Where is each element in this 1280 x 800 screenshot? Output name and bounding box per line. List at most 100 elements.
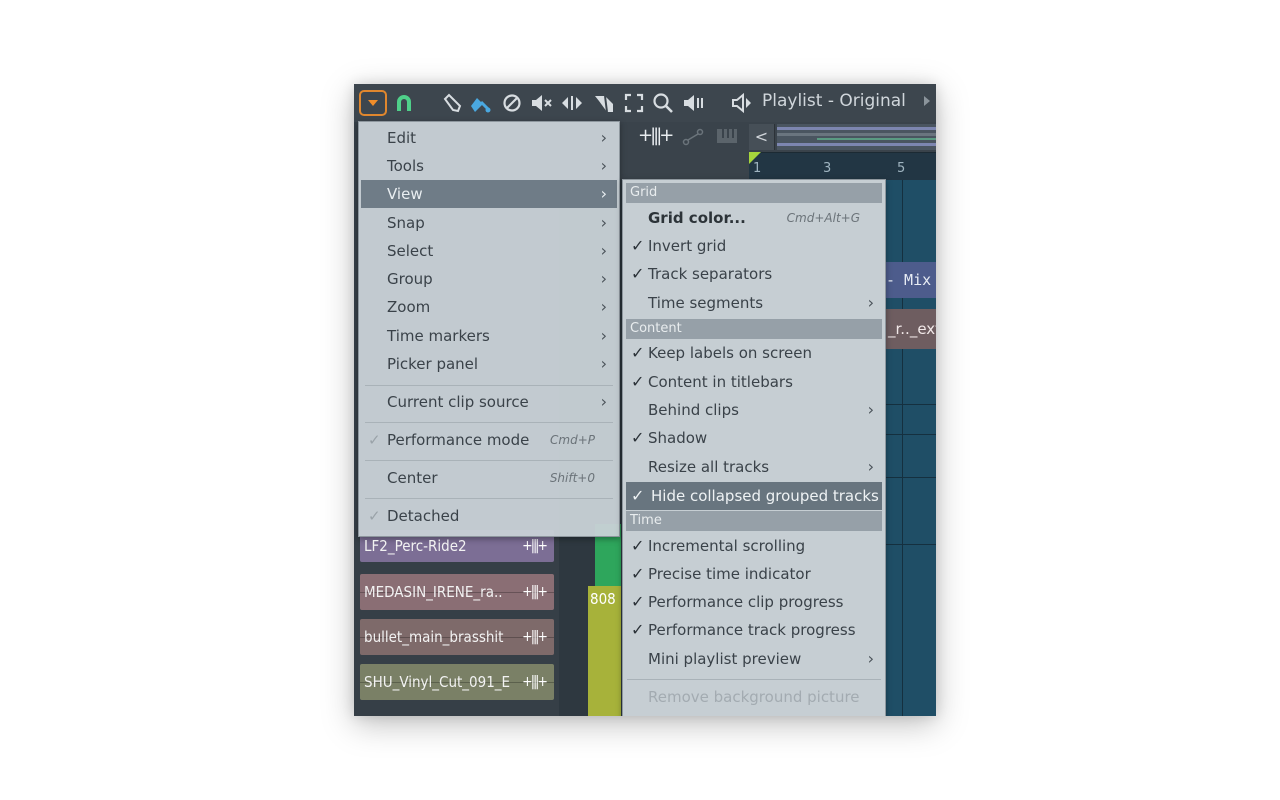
menu-item-keep-labels-on-screen[interactable]: ✓ Keep labels on screen xyxy=(626,339,882,367)
timeline-ruler[interactable]: 1 3 5 xyxy=(749,152,936,180)
chevron-right-icon: › xyxy=(867,293,874,312)
check-icon: ✓ xyxy=(631,372,645,391)
shortcut-label: Shift+0 xyxy=(549,471,595,485)
section-header-content: Content xyxy=(626,319,882,339)
section-header-time: Time xyxy=(626,511,882,531)
menu-item-remove-background-picture: Remove background picture xyxy=(648,688,860,706)
menu-item-content-in-titlebars[interactable]: ✓ Content in titlebars xyxy=(626,368,882,396)
menu-item-view[interactable]: View › xyxy=(361,180,617,208)
menu-separator xyxy=(365,422,613,423)
chevron-right-icon: › xyxy=(867,400,874,419)
automation-clip-icon[interactable] xyxy=(682,128,704,146)
menu-item-time-segments[interactable]: Time segments › xyxy=(626,289,882,317)
chevron-right-icon: › xyxy=(600,269,607,288)
section-header-grid: Grid xyxy=(626,183,882,203)
pattern-clip-icon[interactable] xyxy=(716,128,738,144)
song-position-marker[interactable] xyxy=(749,152,761,164)
check-icon: ✓ xyxy=(368,431,381,449)
chevron-right-icon: › xyxy=(600,241,607,260)
menu-item-hide-collapsed-grouped-tracks[interactable]: ✓ Hide collapsed grouped tracks xyxy=(626,482,882,510)
menu-item-detached[interactable]: ✓ Detached xyxy=(361,502,617,530)
menu-item-select[interactable]: Select › xyxy=(361,237,617,265)
slip-icon[interactable] xyxy=(560,91,584,115)
zoom-icon[interactable] xyxy=(651,91,675,115)
chevron-right-icon: › xyxy=(600,213,607,232)
pencil-icon[interactable] xyxy=(440,91,464,115)
check-icon: ✓ xyxy=(631,620,645,639)
menu-item-zoom[interactable]: Zoom › xyxy=(361,293,617,321)
picker-clip[interactable]: SHU_Vinyl_Cut_091_E +|||+ xyxy=(360,664,554,700)
check-icon: ✓ xyxy=(631,343,645,362)
check-icon: ✓ xyxy=(631,536,645,555)
chevron-right-icon: › xyxy=(600,326,607,345)
ruler-bar-number: 5 xyxy=(897,161,906,176)
select-icon[interactable] xyxy=(622,91,646,115)
title-expand-arrow-icon[interactable] xyxy=(924,96,930,106)
picker-clip[interactable]: bullet_main_brasshit +|||+ xyxy=(360,619,554,655)
grid-line xyxy=(902,180,903,716)
audio-waveform-icon: +|||+ xyxy=(522,674,548,690)
picker-clip[interactable]: MEDASIN_IRENE_ra.. +|||+ xyxy=(360,574,554,610)
menu-item-snap[interactable]: Snap › xyxy=(361,209,617,237)
menu-item-current-clip-source[interactable]: Current clip source › xyxy=(361,388,617,416)
menu-item-performance-track-progress[interactable]: ✓ Performance track progress xyxy=(626,616,882,644)
menu-separator xyxy=(627,679,881,680)
chevron-right-icon: › xyxy=(600,184,607,203)
menu-separator xyxy=(365,460,613,461)
menu-item-shadow[interactable]: ✓ Shadow xyxy=(626,424,882,452)
delete-circle-icon[interactable] xyxy=(500,91,524,115)
menu-item-performance-clip-progress[interactable]: ✓ Performance clip progress xyxy=(626,588,882,616)
playlist-clip[interactable]: _r.._ext xyxy=(884,309,936,349)
playlist-options-menu: Edit › Tools › View › Snap › Select › Group › … xyxy=(358,121,620,537)
playlist-overview[interactable] xyxy=(777,124,936,150)
playlist-clip[interactable]: 808 xyxy=(588,586,621,716)
audio-waveform-icon: +|||+ xyxy=(522,584,548,600)
magnet-snap-icon[interactable] xyxy=(392,91,416,115)
menu-item-time-markers[interactable]: Time markers › xyxy=(361,322,617,350)
menu-separator xyxy=(365,385,613,386)
chevron-right-icon: › xyxy=(600,128,607,147)
scroll-left-button[interactable]: < xyxy=(749,124,775,150)
menu-item-performance-mode[interactable]: ✓ Performance mode Cmd+P xyxy=(361,426,617,454)
menu-item-track-separators[interactable]: ✓ Track separators xyxy=(626,260,882,288)
menu-item-picker-panel[interactable]: Picker panel › xyxy=(361,350,617,378)
check-icon: ✓ xyxy=(631,428,645,447)
audio-clip-icon[interactable]: +|||+ xyxy=(638,125,674,146)
menu-item-mini-playlist-preview[interactable]: Mini playlist preview › xyxy=(626,645,882,673)
playlist-toolbar: Playlist - Original xyxy=(354,84,936,122)
audio-waveform-icon: +|||+ xyxy=(522,629,548,645)
check-icon: ✓ xyxy=(631,592,645,611)
playlist-clip[interactable]: - Mix xyxy=(884,262,936,298)
menu-item-incremental-scrolling[interactable]: ✓ Incremental scrolling xyxy=(626,532,882,560)
chevron-right-icon: › xyxy=(600,392,607,411)
playback-icon[interactable] xyxy=(682,91,706,115)
menu-item-edit[interactable]: Edit › xyxy=(361,124,617,152)
slice-icon[interactable] xyxy=(592,91,616,115)
chevron-right-icon: › xyxy=(600,156,607,175)
ruler-bar-number: 3 xyxy=(823,161,832,176)
paint-brush-icon[interactable] xyxy=(468,91,492,115)
playlist-view-tools: +|||+ xyxy=(620,122,750,152)
chevron-right-icon: › xyxy=(867,649,874,668)
check-icon: ✓ xyxy=(631,236,645,255)
chevron-right-icon: › xyxy=(600,354,607,373)
menu-arrow-icon xyxy=(368,100,378,106)
check-icon: ✓ xyxy=(631,486,645,505)
menu-item-behind-clips[interactable]: Behind clips › xyxy=(626,396,882,424)
playlist-menu-button[interactable] xyxy=(359,90,387,116)
menu-item-precise-time-indicator[interactable]: ✓ Precise time indicator xyxy=(626,560,882,588)
playlist-title: Playlist - Original xyxy=(762,91,906,111)
menu-item-tools[interactable]: Tools › xyxy=(361,152,617,180)
menu-item-grid-color[interactable]: Grid color... Cmd+Alt+G xyxy=(626,204,882,232)
shortcut-label: Cmd+Alt+G xyxy=(786,211,860,225)
check-icon: ✓ xyxy=(368,507,381,525)
check-icon: ✓ xyxy=(631,264,645,283)
menu-item-resize-all-tracks[interactable]: Resize all tracks › xyxy=(626,453,882,481)
menu-item-group[interactable]: Group › xyxy=(361,265,617,293)
menu-item-invert-grid[interactable]: ✓ Invert grid xyxy=(626,232,882,260)
check-icon: ✓ xyxy=(631,564,645,583)
mute-icon[interactable] xyxy=(530,91,554,115)
chevron-right-icon: › xyxy=(867,457,874,476)
menu-item-center[interactable]: Center Shift+0 xyxy=(361,464,617,492)
speaker-icon[interactable] xyxy=(730,91,754,115)
